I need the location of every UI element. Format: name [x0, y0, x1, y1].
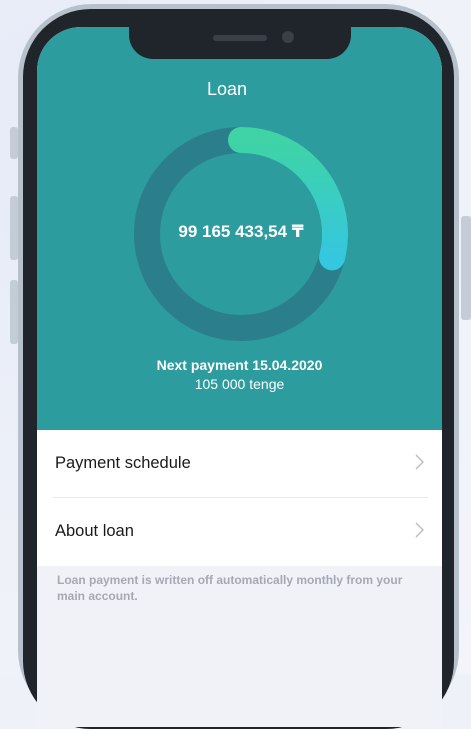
loan-header: Loan 99 165 433,54 ₸ Next payment 15.04.… — [37, 27, 442, 430]
phone-volume-down-button — [10, 280, 18, 344]
next-payment-amount: 105 000 tenge — [194, 376, 285, 392]
phone-power-button — [461, 216, 471, 320]
phone-notch — [129, 27, 351, 59]
menu-item-payment-schedule[interactable]: Payment schedule — [37, 430, 442, 498]
page-title: Loan — [206, 79, 248, 99]
auto-payment-note: Loan payment is written off automaticall… — [57, 573, 403, 603]
speaker-icon — [213, 35, 267, 41]
camera-icon — [282, 31, 294, 43]
menu-item-label: Payment schedule — [55, 454, 191, 472]
menu-item-label: About loan — [55, 522, 134, 540]
phone-mute-switch — [10, 127, 18, 159]
menu-item-about-loan[interactable]: About loan — [37, 498, 442, 566]
chevron-right-icon — [415, 454, 424, 470]
phone-volume-up-button — [10, 196, 18, 260]
loan-menu: Payment schedule About loan — [37, 430, 442, 566]
loan-amount: 99 165 433,54 ₸ — [178, 222, 304, 241]
next-payment-date: Next payment 15.04.2020 — [156, 357, 323, 373]
chevron-right-icon — [415, 522, 424, 538]
phone-screen: Loan 99 165 433,54 ₸ Next payment 15.04.… — [37, 27, 442, 727]
